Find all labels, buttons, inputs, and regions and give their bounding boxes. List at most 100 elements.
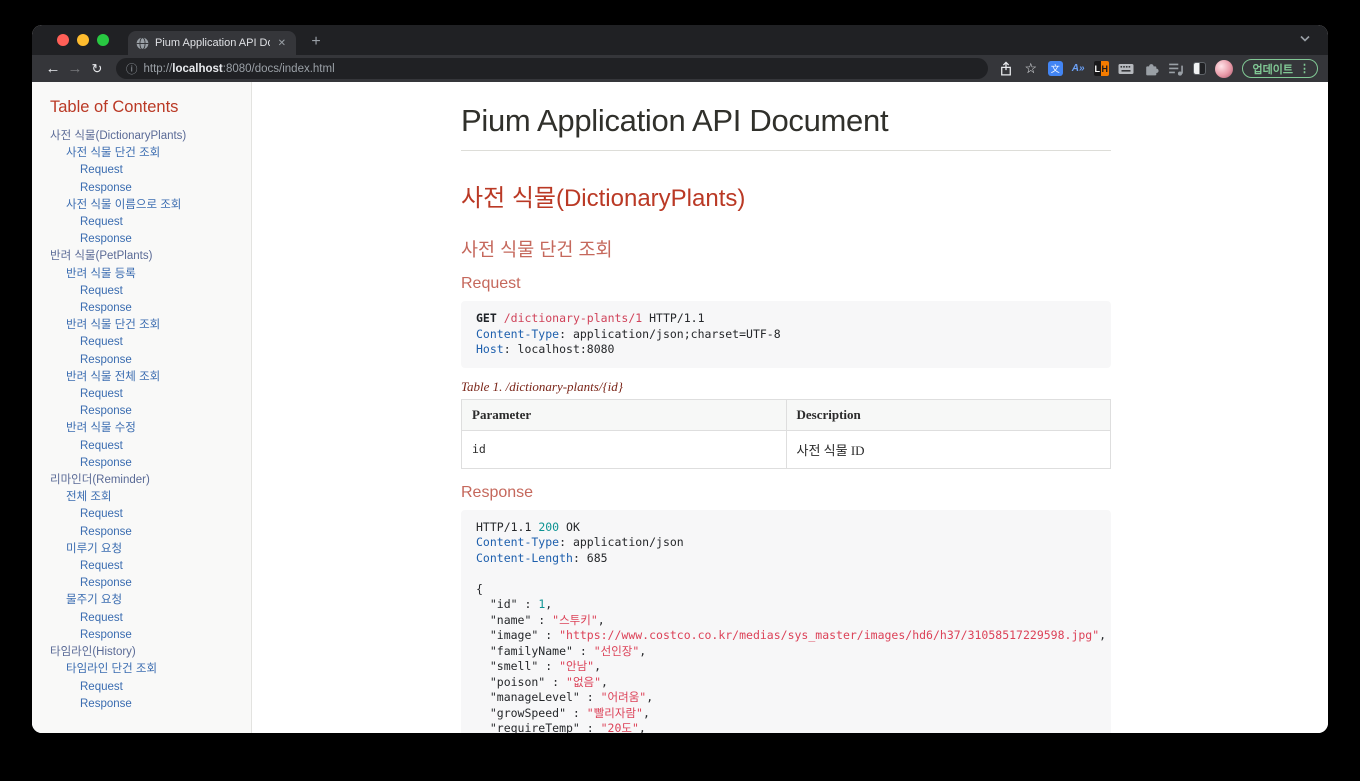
table-row: id 사전 식물 ID (461, 429, 1111, 469)
toc-link[interactable]: 물주기 요청 (50, 592, 243, 609)
new-tab-button[interactable]: + (304, 30, 328, 54)
toc-link[interactable]: Request (50, 283, 243, 300)
response-code-block: HTTP/1.1 200 OK Content-Type: application… (461, 509, 1111, 733)
toc-link[interactable]: Response (50, 231, 243, 248)
toc-link[interactable]: Response (50, 455, 243, 472)
web-page: Table of Contents 사전 식물(DictionaryPlants… (32, 82, 1328, 733)
voice-reader-extension-icon[interactable]: A» (1072, 63, 1085, 74)
minimize-window-button[interactable] (77, 34, 89, 46)
request-heading: Request (461, 275, 521, 292)
toolbar-icons: ☆ 文 A» LH 업데이트 ⋮ (998, 59, 1318, 78)
code-line: Content-Type: application/json;charset=U… (476, 326, 781, 341)
table-header-row: Parameter Description (461, 398, 1111, 431)
update-button[interactable]: 업데이트 ⋮ (1241, 59, 1318, 78)
code-line: "growSpeed" : "빨리자람", (476, 705, 650, 720)
back-button[interactable]: ← (42, 56, 64, 82)
request-code-block: GET /dictionary-plants/1 HTTP/1.1 Content… (461, 301, 1111, 368)
reload-button[interactable]: ↻ (86, 56, 108, 82)
page-title: Pium Application API Document (461, 103, 1111, 151)
toc-link[interactable]: 타임라인 단건 조회 (50, 661, 243, 678)
code-line: "smell" : "안남", (476, 659, 602, 673)
tab-title: Pium Application API Documen (155, 37, 270, 49)
dark-mode-extension-icon[interactable] (1192, 62, 1206, 75)
toc-link[interactable]: Response (50, 627, 243, 644)
toc-link[interactable]: Request (50, 679, 243, 696)
bookmark-star-icon[interactable]: ☆ (1023, 60, 1039, 77)
browser-tab[interactable]: Pium Application API Documen ✕ (128, 31, 296, 55)
section-heading-dictionary-plants: 사전 식물(DictionaryPlants) (461, 185, 746, 212)
translate-extension-icon[interactable]: 文 (1047, 61, 1063, 76)
toc-link[interactable]: Response (50, 352, 243, 369)
response-heading: Response (461, 483, 534, 501)
toc-link[interactable]: Request (50, 506, 243, 523)
playlist-extension-icon[interactable] (1168, 61, 1184, 77)
zoom-window-button[interactable] (97, 34, 109, 46)
tab-search-chevron-icon[interactable] (1300, 35, 1310, 42)
toc-link[interactable]: 리마인더(Reminder) (50, 472, 243, 489)
toc-link[interactable]: 전체 조회 (50, 489, 243, 506)
tab-strip: Pium Application API Documen ✕ + (32, 25, 1328, 55)
toc-link[interactable]: 반려 식물 단건 조회 (50, 317, 243, 334)
toc-list: 사전 식물(DictionaryPlants) 사전 식물 단건 조회 Reques… (50, 128, 243, 713)
toc-link[interactable]: Response (50, 180, 243, 197)
code-line: "name" : "스투키", (476, 612, 605, 627)
browser-window: Pium Application API Documen ✕ + ← → ↻ ⓘ… (32, 25, 1328, 733)
code-line: "familyName" : "선인장", (476, 643, 647, 658)
toc-link[interactable]: Response (50, 696, 243, 713)
code-line: "manageLevel" : "어려움", (476, 690, 654, 704)
toc-link[interactable]: 사전 식물 단건 조회 (50, 145, 243, 162)
path-parameters-table: Parameter Description id 사전 식물 ID (461, 398, 1111, 469)
keyboard-extension-icon[interactable] (1118, 61, 1134, 77)
toc-link[interactable]: Response (50, 300, 243, 317)
code-line: "poison" : "없음", (476, 674, 608, 689)
lh-extension-icon[interactable]: LH (1093, 61, 1109, 76)
toc-link[interactable]: Request (50, 438, 243, 455)
toc-link[interactable]: 반려 식물 수정 (50, 420, 243, 437)
site-info-icon[interactable]: ⓘ (126, 61, 138, 77)
toc-link[interactable]: 사전 식물 이름으로 조회 (50, 197, 243, 214)
toc-link[interactable]: 사전 식물(DictionaryPlants) (50, 128, 243, 145)
browser-toolbar: ← → ↻ ⓘ http://localhost:8080/docs/index… (32, 55, 1328, 82)
code-line: Content-Type: application/json (476, 535, 684, 549)
toc-link[interactable]: Request (50, 334, 243, 351)
toc-link[interactable]: Request (50, 214, 243, 231)
toc-title: Table of Contents (50, 98, 179, 116)
toc-link[interactable]: Request (50, 558, 243, 575)
toc-link[interactable]: Request (50, 162, 243, 179)
table-of-contents: Table of Contents 사전 식물(DictionaryPlants… (32, 82, 252, 733)
code-line: HTTP/1.1 200 OK (476, 519, 580, 534)
forward-button[interactable]: → (64, 56, 86, 82)
code-line: "id" : 1, (476, 597, 553, 611)
profile-avatar[interactable] (1214, 59, 1233, 78)
code-line: { (476, 581, 483, 596)
toc-link[interactable]: Response (50, 524, 243, 541)
code-line: "requireTemp" : "20도", (476, 721, 646, 733)
window-controls (57, 34, 109, 46)
toc-link[interactable]: 타임라인(History) (50, 644, 243, 661)
toc-link[interactable]: 미루기 요청 (50, 541, 243, 558)
toc-link[interactable]: Response (50, 403, 243, 420)
toc-link[interactable]: 반려 식물 전체 조회 (50, 369, 243, 386)
extensions-puzzle-icon[interactable] (1143, 61, 1159, 77)
toc-link[interactable]: Request (50, 386, 243, 403)
code-line: GET /dictionary-plants/1 HTTP/1.1 (476, 311, 705, 325)
column-header-parameter: Parameter (461, 398, 787, 431)
code-line: Host: localhost:8080 (476, 342, 615, 356)
table-caption: Table 1. /dictionary-plants/{id} (461, 378, 623, 394)
url-text: http://localhost:8080/docs/index.html (143, 62, 335, 75)
toc-link[interactable]: Response (50, 575, 243, 592)
toc-link[interactable]: Request (50, 610, 243, 627)
address-bar[interactable]: ⓘ http://localhost:8080/docs/index.html (116, 58, 988, 79)
description-cell: 사전 식물 ID (785, 429, 1111, 469)
subsection-heading-single-lookup: 사전 식물 단건 조회 (461, 239, 613, 260)
parameter-cell: id (461, 429, 787, 469)
share-icon[interactable] (998, 60, 1014, 77)
close-window-button[interactable] (57, 34, 69, 46)
toc-link[interactable]: 반려 식물(PetPlants) (50, 248, 243, 265)
browser-menu-dots-icon[interactable]: ⋮ (1299, 62, 1310, 75)
toc-link[interactable]: 반려 식물 등록 (50, 266, 243, 283)
tab-close-icon[interactable]: ✕ (276, 38, 288, 49)
code-line: "image" : "https://www.costco.co.kr/medi… (476, 628, 1107, 642)
globe-favicon-icon (136, 36, 149, 50)
